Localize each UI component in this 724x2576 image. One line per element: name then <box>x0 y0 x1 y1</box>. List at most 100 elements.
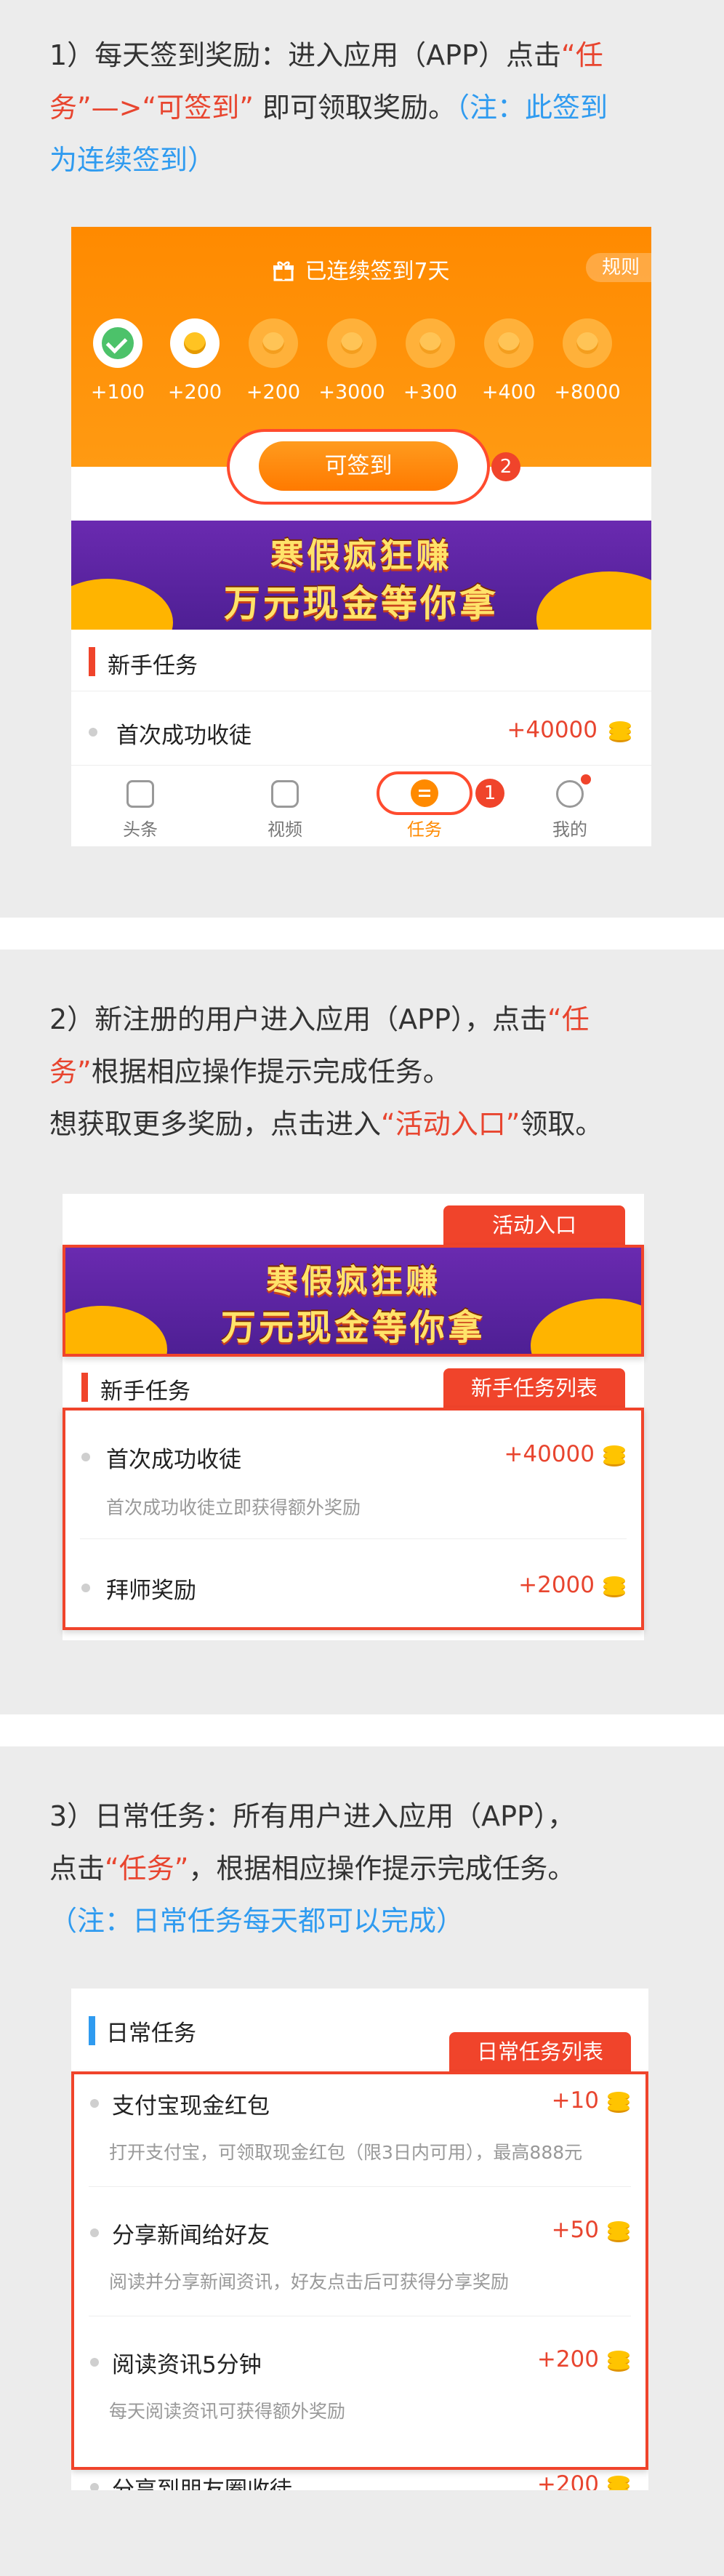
section-title: 日常任务 <box>106 2021 196 2047</box>
step2-text: 2）新注册的用户进入应用（APP），点击 <box>49 1003 548 1035</box>
banner-headline: 寒假疯狂赚 <box>266 1263 441 1300</box>
tab-headlines[interactable]: 头条 <box>82 766 198 840</box>
day5-coin <box>406 318 455 368</box>
banner-subheadline: 万元现金等你拿 <box>224 582 499 625</box>
step3-text-2: 点击 <box>49 1853 105 1885</box>
list-bullet <box>90 2483 99 2490</box>
step3-instructions: 3）日常任务：所有用户进入应用（APP）， 点击“任务”，根据相应操作提示完成任… <box>49 1790 695 1947</box>
section-marker <box>89 2016 95 2045</box>
day4-coin <box>327 318 377 368</box>
section-title: 新手任务 <box>108 653 198 679</box>
coin-icon <box>184 332 206 354</box>
tab-label: 头条 <box>123 819 158 840</box>
step2-text-2: 根据相应操作提示完成任务。 <box>91 1056 451 1088</box>
step2-text-3: 想获取更多奖励，点击进入 <box>49 1108 382 1140</box>
coin-icon <box>608 2221 630 2242</box>
task-reward: +2000 <box>518 1572 595 1598</box>
notification-dot <box>581 774 591 785</box>
tab-label: 视频 <box>268 819 302 840</box>
list-bullet <box>81 1584 90 1592</box>
bottom-tab-bar: 头条 视频 任务 1 我的 <box>71 765 651 846</box>
section-title: 新手任务 <box>100 1379 190 1405</box>
promo-banner[interactable]: 寒假疯狂赚 万元现金等你拿 <box>65 1248 641 1354</box>
task-reward: +40000 <box>507 717 598 743</box>
tab-video[interactable]: 视频 <box>227 766 343 840</box>
signin-button[interactable]: 可签到 <box>259 441 458 491</box>
banner-headline: 寒假疯狂赚 <box>270 536 452 575</box>
task-name[interactable]: 首次成功收徒 <box>116 717 252 750</box>
daily-list-tag: 日常任务列表 <box>449 2032 631 2071</box>
task-description: 阅读并分享新闻资讯，好友点击后可获得分享奖励 <box>109 2271 510 2292</box>
day1-check <box>93 318 142 368</box>
task-name[interactable]: 支付宝现金红包 <box>112 2087 270 2120</box>
section-marker <box>89 647 95 676</box>
coin-icon <box>603 1445 625 1466</box>
reward-day4: +3000 <box>318 381 385 404</box>
task-name[interactable]: 首次成功收徒 <box>106 1441 241 1474</box>
banner-subheadline: 万元现金等你拿 <box>220 1307 486 1348</box>
list-bullet <box>81 1453 90 1461</box>
step-badge-2: 2 <box>491 452 520 481</box>
coin-icon <box>498 332 520 354</box>
step-badge-1: 1 <box>475 779 504 808</box>
check-icon <box>102 327 134 359</box>
video-icon <box>271 780 299 808</box>
tab-label: 任务 <box>407 819 442 840</box>
step3-text-3: ，根据相应操作提示完成任务。 <box>188 1853 576 1885</box>
task-name[interactable]: 分享新闻给好友 <box>112 2217 270 2250</box>
promo-banner[interactable]: 寒假疯狂赚 万元现金等你拿 <box>71 521 651 630</box>
list-bullet <box>89 728 97 737</box>
step2-highlight-task-2: 务” <box>49 1056 92 1088</box>
coin-icon <box>608 2351 630 2372</box>
section-marker <box>81 1373 88 1402</box>
reward-day2: +200 <box>167 381 222 404</box>
step1-section: 1）每天签到奖励：进入应用（APP）点击“任 务”—>“可签到” 即可领取奖励。… <box>0 0 724 918</box>
step1-highlight-signin: 务”—>“可签到” <box>49 92 254 124</box>
task-reward: +10 <box>551 2087 599 2114</box>
task-reward: +200 <box>536 2471 599 2490</box>
signed-days-title: 已连续签到7天 <box>71 253 651 285</box>
tab-tasks[interactable]: 任务 <box>366 766 483 840</box>
step1-text-2: 即可领取奖励。 <box>253 92 456 124</box>
rules-button[interactable]: 规则 <box>586 253 651 282</box>
step1-note: （注：此签到 <box>456 92 608 124</box>
step1-text: 1）每天签到奖励：进入应用（APP）点击 <box>49 39 562 71</box>
list-bullet <box>90 2358 99 2367</box>
signed-days-text: 已连续签到7天 <box>305 259 450 284</box>
newbie-list-tag: 新手任务列表 <box>443 1368 625 1408</box>
step2-text-4: 领取。 <box>520 1108 603 1140</box>
divider <box>80 1538 627 1539</box>
step2-highlight-task: “任 <box>547 1003 590 1035</box>
reward-day6: +400 <box>481 381 536 404</box>
coin-icon <box>576 332 598 354</box>
step3-text: 3）日常任务：所有用户进入应用（APP）， <box>49 1800 576 1832</box>
divider <box>89 2186 631 2187</box>
reward-day1: +100 <box>90 381 145 404</box>
task-name[interactable]: 分享到朋友圈收徒 <box>112 2471 292 2490</box>
newbie-tasks-screenshot: 活动入口 寒假疯狂赚 万元现金等你拿 新手任务 新手任务列表 首次成功收徒 +4… <box>63 1194 644 1640</box>
task-name[interactable]: 拜师奖励 <box>106 1572 196 1605</box>
section-separator <box>0 918 724 950</box>
step2-instructions: 2）新注册的用户进入应用（APP），点击“任 务”根据相应操作提示完成任务。 想… <box>49 993 695 1150</box>
step2-highlight-activity: “活动入口” <box>381 1108 520 1140</box>
reward-day5: +300 <box>403 381 458 404</box>
tab-label: 我的 <box>552 819 587 840</box>
list-bullet <box>90 2228 99 2237</box>
task-reward: +50 <box>551 2217 599 2243</box>
list-bullet <box>90 2099 99 2108</box>
coin-icon <box>262 332 284 354</box>
task-description: 打开支付宝，可领取现金红包（限3日内可用），最高888元 <box>109 2142 583 2163</box>
reward-day3: +200 <box>246 381 301 404</box>
step3-highlight-task: “任务” <box>105 1853 189 1885</box>
gift-icon <box>273 261 294 281</box>
day6-coin <box>484 318 534 368</box>
coin-icon <box>608 2092 630 2113</box>
step1-note-2: 为连续签到） <box>49 144 216 176</box>
coin-icon <box>419 332 441 354</box>
step1-instructions: 1）每天签到奖励：进入应用（APP）点击“任 务”—>“可签到” 即可领取奖励。… <box>49 29 695 186</box>
tab-profile[interactable]: 我的 <box>512 766 628 840</box>
step3-note: （注：日常任务每天都可以完成） <box>49 1905 464 1937</box>
task-description: 首次成功收徒立即获得额外奖励 <box>106 1497 361 1518</box>
task-name[interactable]: 阅读资讯5分钟 <box>112 2346 262 2379</box>
coin-icon <box>341 332 363 354</box>
